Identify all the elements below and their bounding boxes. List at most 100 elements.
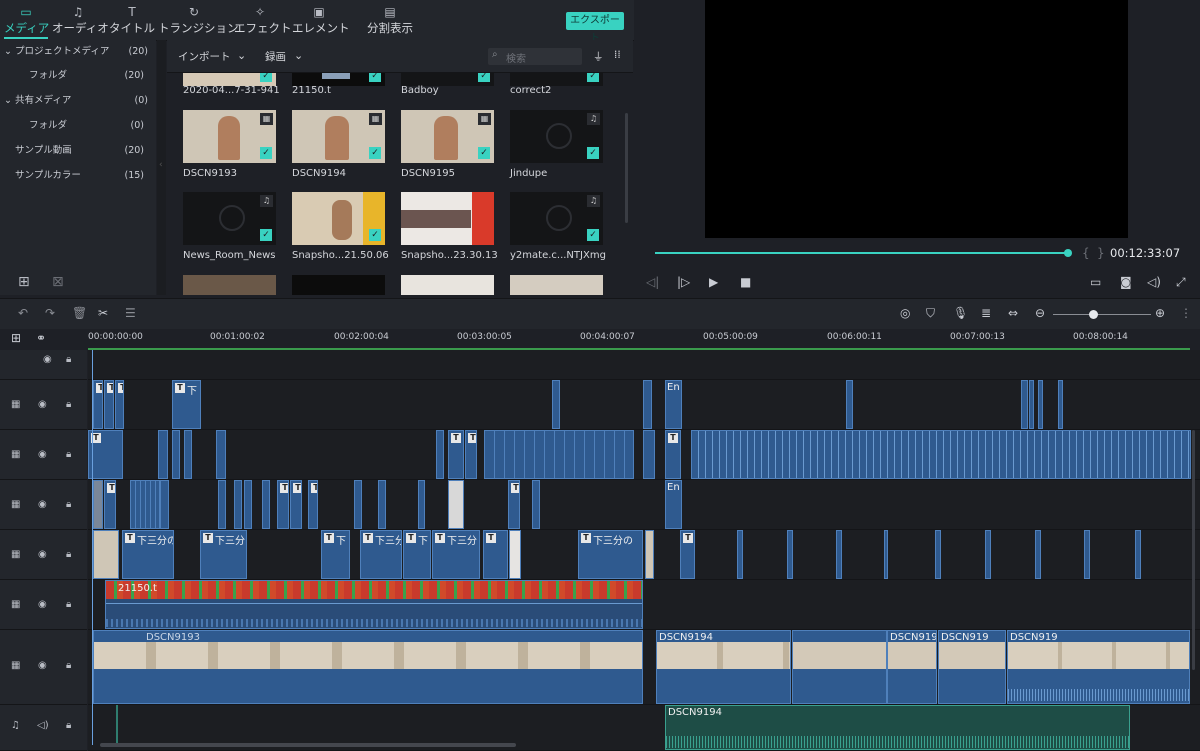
title-clip[interactable]: T [93, 380, 103, 429]
title-clip[interactable] [172, 430, 180, 479]
title-clip[interactable] [218, 480, 226, 529]
media-thumbnail[interactable]: ▦ ✓ [183, 110, 276, 163]
title-clip[interactable]: T下 [321, 530, 350, 579]
title-clip[interactable] [836, 530, 842, 579]
sidebar-item-sample-video[interactable]: サンプル動画 (20) [0, 139, 156, 163]
tab-transition[interactable]: ↻ トランジション [158, 4, 239, 38]
chevron-down-icon[interactable]: ⌄ [237, 49, 246, 62]
media-thumbnail[interactable]: ♫ ✓ [510, 192, 603, 245]
title-clip[interactable]: T [465, 430, 477, 479]
render-icon[interactable]: ◎ [900, 306, 910, 320]
title-clip[interactable] [884, 530, 888, 579]
eye-icon[interactable]: ◉ [38, 599, 47, 610]
title-clip[interactable] [532, 480, 540, 529]
delete-folder-icon[interactable]: ⊠ [52, 274, 64, 290]
title-clip-group[interactable] [691, 430, 1191, 479]
video-clip[interactable] [509, 530, 521, 579]
title-clip[interactable] [216, 430, 226, 479]
media-thumbnail[interactable] [401, 275, 494, 295]
title-clip-group[interactable] [484, 430, 634, 479]
snapshot-icon[interactable]: ◙ [1120, 275, 1132, 289]
preview-progress-bar[interactable] [655, 252, 1067, 254]
video-clip[interactable] [93, 480, 103, 529]
title-clip[interactable]: T [508, 480, 520, 529]
tab-effect[interactable]: ✧ エフェクト [234, 4, 292, 38]
link-icon[interactable]: ⚭ [36, 331, 46, 345]
title-clip[interactable] [552, 380, 560, 429]
tab-audio[interactable]: ♫ オーディオ [52, 4, 109, 38]
title-clip[interactable]: T [680, 530, 695, 579]
zoom-slider[interactable] [1053, 314, 1151, 315]
title-clip[interactable] [1029, 380, 1034, 429]
eye-icon[interactable]: ◉ [38, 399, 47, 410]
lock-icon[interactable]: 🔒︎ [66, 720, 71, 731]
title-clip[interactable]: T [88, 430, 123, 479]
media-thumbnail[interactable] [292, 275, 385, 295]
media-scrollbar[interactable] [625, 113, 628, 223]
add-track-icon[interactable]: ⊞ [11, 331, 21, 345]
title-clip[interactable] [160, 480, 169, 529]
timeline-ruler[interactable]: ⊞ ⚭ 00:00:00:00 00:01:00:02 00:02:00:04 … [0, 329, 1200, 349]
title-clip[interactable]: T [290, 480, 302, 529]
filter-icon[interactable]: ⏚ [593, 49, 604, 64]
title-clip[interactable] [262, 480, 270, 529]
title-clip[interactable] [846, 380, 853, 429]
media-thumbnail[interactable] [401, 192, 494, 245]
grid-view-icon[interactable]: ⁞⁞ [614, 49, 621, 61]
title-clip[interactable]: T下 [172, 380, 201, 429]
title-clip[interactable] [184, 430, 192, 479]
video-clip[interactable]: DSCN919 [1007, 630, 1190, 704]
video-clip[interactable]: DSCN9194 [656, 630, 791, 704]
previous-frame-icon[interactable]: ◁| [646, 275, 659, 289]
title-clip[interactable]: T 下三分の [122, 530, 174, 579]
title-clip[interactable]: T 下三分 [200, 530, 247, 579]
voiceover-list-icon[interactable]: ≣ [981, 306, 991, 320]
title-clip[interactable]: En [665, 480, 682, 529]
video-clip[interactable]: DSCN919 [938, 630, 1006, 704]
redo-icon[interactable]: ↷ [45, 306, 55, 320]
sidebar-collapse-handle[interactable]: ‹ [157, 40, 166, 295]
play-frame-icon[interactable]: |▷ [677, 275, 690, 289]
zoom-out-icon[interactable]: ⊖ [1035, 306, 1045, 320]
playhead[interactable] [92, 350, 93, 745]
speaker-icon[interactable]: ◁) [37, 720, 49, 731]
import-dropdown[interactable]: インポート [178, 49, 231, 64]
title-clip[interactable] [787, 530, 793, 579]
title-clip[interactable] [234, 480, 242, 529]
title-clip[interactable] [643, 380, 652, 429]
video-clip[interactable] [448, 480, 464, 529]
media-thumbnail[interactable]: ▦ ✓ [401, 110, 494, 163]
title-clip-group[interactable] [130, 480, 160, 529]
audio-clip[interactable]: DSCN9194 [665, 705, 1130, 750]
tab-element[interactable]: ▣ エレメント [292, 4, 350, 38]
title-clip[interactable]: T [115, 380, 124, 429]
panel-handle-icon[interactable]: ⋮ [1180, 306, 1192, 320]
export-button[interactable]: エクスポート [566, 12, 624, 44]
title-clip[interactable] [643, 430, 655, 479]
media-thumbnail[interactable]: ♫ ✓ [510, 110, 603, 163]
sidebar-item-project-media[interactable]: ⌄ プロジェクトメディア (20) [0, 40, 160, 64]
lock-icon[interactable]: 🔒︎ [66, 499, 71, 510]
title-clip[interactable] [1038, 380, 1043, 429]
eye-icon[interactable]: ◉ [43, 354, 52, 365]
audio-video-clip[interactable]: 21150.t [105, 580, 643, 629]
zoom-slider-handle[interactable] [1089, 310, 1098, 319]
eye-icon[interactable]: ◉ [38, 549, 47, 560]
eye-icon[interactable]: ◉ [38, 660, 47, 671]
microphone-icon[interactable]: 🎙 [953, 306, 968, 320]
lock-icon[interactable]: 🔒︎ [66, 449, 71, 460]
title-clip[interactable] [1058, 380, 1063, 429]
sidebar-item-shared-folder[interactable]: フォルダ (0) [0, 114, 156, 138]
title-clip[interactable] [244, 480, 252, 529]
title-clip[interactable] [1135, 530, 1141, 579]
title-clip[interactable] [1084, 530, 1090, 579]
video-clip[interactable] [645, 530, 654, 579]
tab-media[interactable]: ▭ メディア [4, 4, 49, 38]
title-clip[interactable]: T [104, 480, 116, 529]
zoom-in-icon[interactable]: ⊕ [1155, 306, 1165, 320]
media-thumbnail[interactable]: ✓ [292, 192, 385, 245]
tab-title[interactable]: T タイトル [109, 4, 155, 38]
media-thumbnail[interactable]: ▦ ✓ [292, 110, 385, 163]
adjust-icon[interactable]: ☰ [125, 306, 136, 320]
title-clip[interactable] [737, 530, 743, 579]
